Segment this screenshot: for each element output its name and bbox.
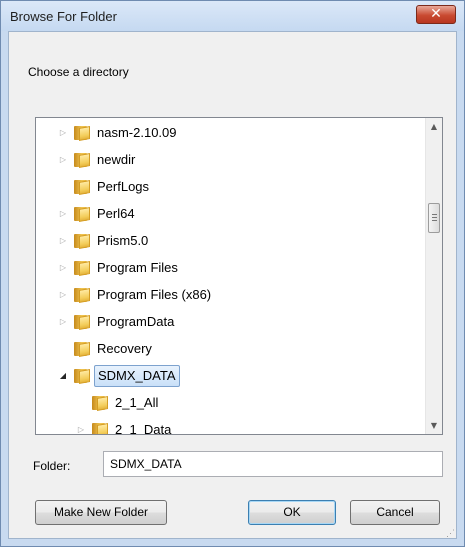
scroll-up-arrow-icon[interactable]: ▲	[426, 118, 442, 135]
tree-item-label: Program Files (x86)	[97, 287, 212, 302]
title-bar[interactable]: Browse For Folder ✕	[1, 1, 464, 31]
tree-item[interactable]: ▷ Program Files	[36, 257, 416, 279]
tree-item[interactable]: 2_1_All	[36, 392, 416, 414]
window-title: Browse For Folder	[10, 9, 117, 24]
tree-item-label: Recovery	[97, 341, 152, 356]
folder-icon	[92, 396, 108, 411]
tree-item-label: ProgramData	[97, 314, 175, 329]
ok-button[interactable]: OK	[248, 500, 336, 525]
scroll-down-arrow-icon[interactable]: ▼	[426, 417, 442, 434]
folder-icon	[74, 180, 90, 195]
expand-arrow-icon[interactable]: ▷	[58, 311, 68, 333]
expand-arrow-icon[interactable]: ▷	[58, 203, 68, 225]
tree-item[interactable]: ▷ newdir	[36, 149, 416, 171]
folder-icon	[92, 423, 108, 434]
tree-item[interactable]: ▷ Program Files (x86)	[36, 284, 416, 306]
folder-input[interactable]	[103, 451, 443, 477]
folder-icon	[74, 261, 90, 276]
tree-scrollbar[interactable]: ▲ ▼	[425, 118, 442, 434]
close-icon: ✕	[430, 6, 442, 22]
tree-item[interactable]: PerfLogs	[36, 176, 416, 198]
folder-icon	[74, 288, 90, 303]
folder-icon	[74, 315, 90, 330]
expand-arrow-icon[interactable]: ▷	[76, 419, 86, 434]
tree-item-label: newdir	[97, 152, 136, 167]
tree-item-label: Perl64	[97, 206, 135, 221]
tree-item[interactable]: ◢ SDMX_DATA	[36, 365, 416, 387]
expand-arrow-icon[interactable]: ▷	[58, 257, 68, 279]
tree-item-label: 2_1_Data	[115, 422, 172, 435]
folder-icon	[74, 153, 90, 168]
folder-icon	[74, 369, 90, 384]
tree-item-label: Prism5.0	[97, 233, 149, 248]
cancel-button[interactable]: Cancel	[350, 500, 440, 525]
expand-arrow-icon[interactable]: ▷	[58, 230, 68, 252]
instruction-text: Choose a directory	[28, 65, 129, 79]
close-button[interactable]: ✕	[416, 5, 456, 24]
folder-field-label: Folder:	[33, 459, 71, 473]
scroll-thumb[interactable]	[428, 203, 440, 233]
tree-item-label: 2_1_All	[115, 395, 159, 410]
folder-icon	[74, 342, 90, 357]
tree-item[interactable]: ▷ 2_1_Data	[36, 419, 416, 435]
tree-item[interactable]: ▷ Perl64	[36, 203, 416, 225]
folder-icon	[74, 207, 90, 222]
collapse-arrow-icon[interactable]: ◢	[58, 365, 68, 387]
expand-arrow-icon[interactable]: ▷	[58, 122, 68, 144]
tree-item[interactable]: Recovery	[36, 338, 416, 360]
tree-item[interactable]: ▷ ProgramData	[36, 311, 416, 333]
expand-arrow-icon[interactable]: ▷	[58, 284, 68, 306]
folder-icon	[74, 126, 90, 141]
expand-arrow-icon[interactable]: ▷	[58, 149, 68, 171]
tree-item[interactable]: ▷ Prism5.0	[36, 230, 416, 252]
tree-item-label: SDMX_DATA	[94, 365, 180, 387]
folder-icon	[74, 234, 90, 249]
tree-item-label: PerfLogs	[97, 179, 150, 194]
tree-item[interactable]: ▷ nasm-2.10.09	[36, 122, 416, 144]
folder-tree[interactable]: ▷ nasm-2.10.09 ▷ newdir PerfLogs ▷ Perl64 ▷ Pris…	[35, 117, 443, 435]
tree-item-label: nasm-2.10.09	[97, 125, 177, 140]
tree-item-label: Program Files	[97, 260, 178, 275]
resize-grip-icon[interactable]: ⋰	[446, 528, 456, 538]
make-new-folder-button[interactable]: Make New Folder	[35, 500, 167, 525]
